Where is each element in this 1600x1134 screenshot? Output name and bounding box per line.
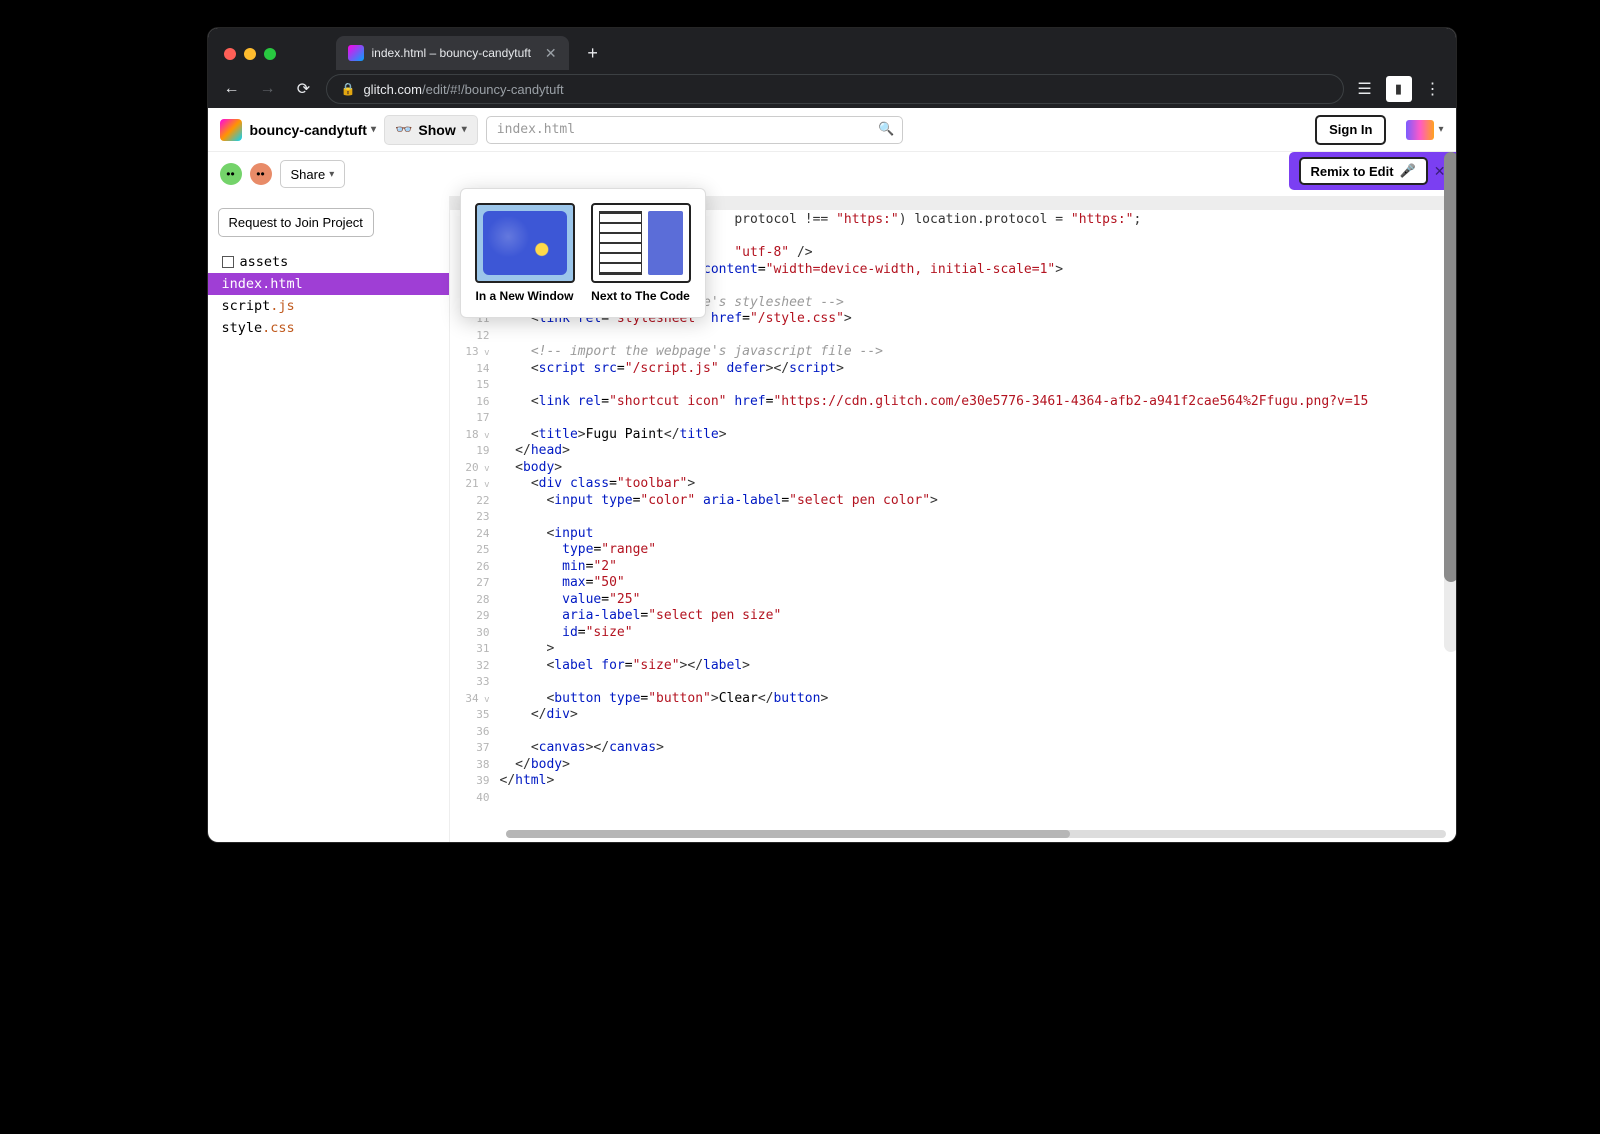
url-host: glitch.com — [363, 82, 422, 97]
remix-to-edit-button[interactable]: Remix to Edit 🎤 — [1299, 157, 1428, 185]
close-tab-icon[interactable]: ✕ — [545, 45, 557, 62]
window-controls — [224, 48, 276, 60]
assets-folder[interactable]: assets — [208, 251, 449, 273]
request-join-button[interactable]: Request to Join Project — [218, 208, 374, 237]
microphone-icon: 🎤 — [1400, 163, 1416, 179]
tab-favicon-icon — [348, 45, 364, 61]
glitch-logo-icon[interactable] — [220, 119, 242, 141]
chevron-down-icon: ▾ — [462, 124, 467, 135]
minimize-window-icon[interactable] — [244, 48, 256, 60]
show-button[interactable]: 👓 Show ▾ — [384, 115, 478, 145]
close-window-icon[interactable] — [224, 48, 236, 60]
assets-icon — [222, 256, 234, 268]
reload-button[interactable]: ⟳ — [290, 75, 318, 103]
file-script-js[interactable]: script.js — [208, 295, 449, 317]
browser-tab[interactable]: index.html – bouncy-candytuft ✕ — [336, 36, 569, 70]
chevron-down-icon: ▾ — [371, 124, 376, 135]
app-toolbar: bouncy-candytuft ▾ 👓 Show ▾ index.html 🔍… — [208, 108, 1456, 152]
editor-horizontal-scrollbar[interactable] — [506, 830, 1446, 838]
chevron-down-icon: ▾ — [329, 169, 334, 180]
sign-in-button[interactable]: Sign In — [1315, 115, 1386, 145]
browser-window: index.html – bouncy-candytuft ✕ + ← → ⟳ … — [208, 28, 1456, 842]
menu-icon[interactable]: ⋮ — [1420, 76, 1446, 102]
chevron-down-icon: ▾ — [1438, 124, 1443, 135]
show-menu-popup: In a New Window Next to The Code — [460, 188, 706, 318]
show-option-next-to-code[interactable]: Next to The Code — [587, 199, 695, 307]
back-button[interactable]: ← — [218, 75, 246, 103]
reader-mode-icon[interactable]: ☰ — [1352, 76, 1378, 102]
glasses-icon: 👓 — [395, 121, 412, 138]
address-bar[interactable]: 🔒 glitch.com/edit/#!/bouncy-candytuft — [326, 74, 1344, 104]
collaborator-avatar[interactable]: •• — [250, 163, 272, 185]
file-style-css[interactable]: style.css — [208, 317, 449, 339]
lock-icon: 🔒 — [341, 82, 356, 96]
search-icon: 🔍 — [878, 122, 894, 137]
show-option-new-window[interactable]: In a New Window — [471, 199, 579, 307]
new-tab-button[interactable]: + — [579, 39, 607, 67]
file-index-html[interactable]: index.html — [208, 273, 449, 295]
project-actions-bar: •• •• Share ▾ Remix to Edit 🎤 ✕ — [208, 152, 1456, 196]
file-search-input[interactable]: index.html 🔍 — [486, 116, 904, 144]
tab-title: index.html – bouncy-candytuft — [372, 46, 531, 60]
new-window-thumbnail-icon — [475, 203, 575, 283]
forward-button[interactable]: → — [254, 75, 282, 103]
split-view-thumbnail-icon — [591, 203, 691, 283]
url-path: /edit/#!/bouncy-candytuft — [422, 82, 564, 97]
main-area: Request to Join Project assets index.htm… — [208, 196, 1456, 842]
share-button[interactable]: Share ▾ — [280, 160, 346, 188]
browser-chrome: index.html – bouncy-candytuft ✕ + ← → ⟳ … — [208, 28, 1456, 108]
account-menu[interactable]: ▾ — [1394, 120, 1443, 140]
remix-banner: Remix to Edit 🎤 ✕ — [1289, 152, 1456, 190]
fish-avatar-icon — [1406, 120, 1434, 140]
file-sidebar: Request to Join Project assets index.htm… — [208, 196, 450, 842]
project-name-dropdown[interactable]: bouncy-candytuft ▾ — [250, 122, 376, 138]
maximize-window-icon[interactable] — [264, 48, 276, 60]
profile-icon[interactable]: ▮ — [1386, 76, 1412, 102]
page-vertical-scrollbar[interactable] — [1444, 152, 1456, 652]
collaborator-avatar[interactable]: •• — [220, 163, 242, 185]
